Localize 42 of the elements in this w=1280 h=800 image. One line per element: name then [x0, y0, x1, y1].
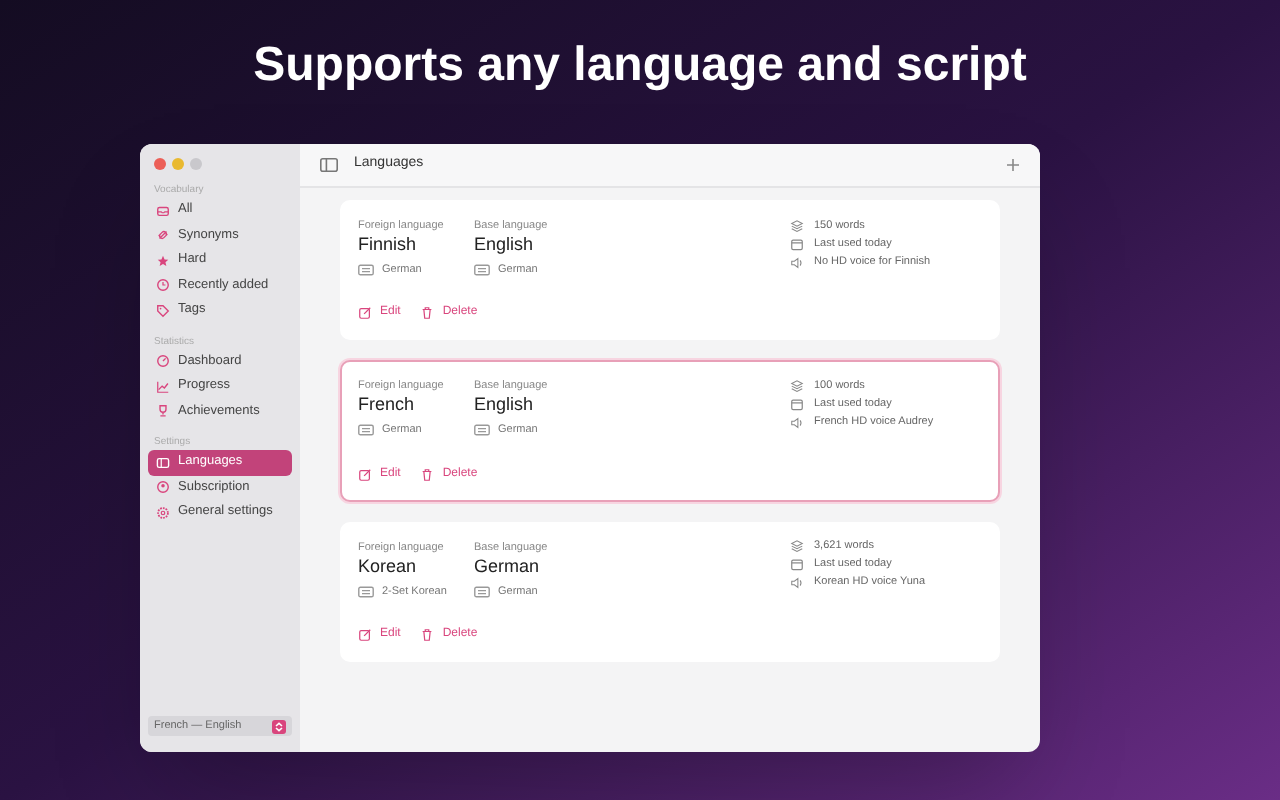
calendar-icon [790, 397, 804, 412]
calendar-icon [790, 237, 804, 251]
edit-icon [358, 306, 372, 321]
language-name: Korean [358, 555, 419, 577]
minimize-button[interactable] [172, 158, 184, 170]
language-name: English [474, 234, 536, 256]
star-icon [156, 253, 170, 268]
keyboard-icon [474, 264, 490, 277]
keyboard-icon [358, 264, 374, 277]
speaker-icon [790, 255, 804, 269]
language-name: French [358, 394, 417, 417]
language-name: Finnish [358, 234, 419, 256]
stack-icon [790, 219, 804, 233]
trophy-icon [156, 404, 170, 419]
edit-icon [358, 467, 372, 481]
trash-icon [420, 467, 435, 481]
keyboard-icon [474, 424, 490, 437]
stack-icon [790, 379, 804, 394]
keyboard-icon [358, 585, 374, 598]
keyboard-icon [474, 585, 490, 598]
sidebar-toggle-icon[interactable] [320, 158, 338, 172]
add-icon[interactable] [1006, 158, 1020, 172]
clock-icon [156, 278, 170, 293]
trash-icon [420, 627, 435, 642]
tag-icon [156, 303, 170, 318]
zoom-button[interactable] [190, 158, 202, 170]
edit-icon [358, 627, 372, 642]
speaker-icon [790, 415, 804, 430]
keyboard-icon [358, 424, 374, 437]
calendar-icon [790, 558, 804, 572]
chart-icon [156, 379, 170, 394]
chevron-up-down-icon [272, 719, 286, 733]
tray-icon [156, 203, 170, 218]
window-icon [156, 455, 170, 470]
close-button[interactable] [154, 158, 166, 170]
headline: Supports any language and script [253, 36, 1027, 96]
gauge-icon [156, 354, 170, 369]
language-name: German [474, 555, 542, 577]
speaker-icon [790, 576, 804, 590]
stack-icon [790, 540, 804, 554]
language-name: English [474, 394, 536, 417]
trash-icon [420, 306, 435, 321]
